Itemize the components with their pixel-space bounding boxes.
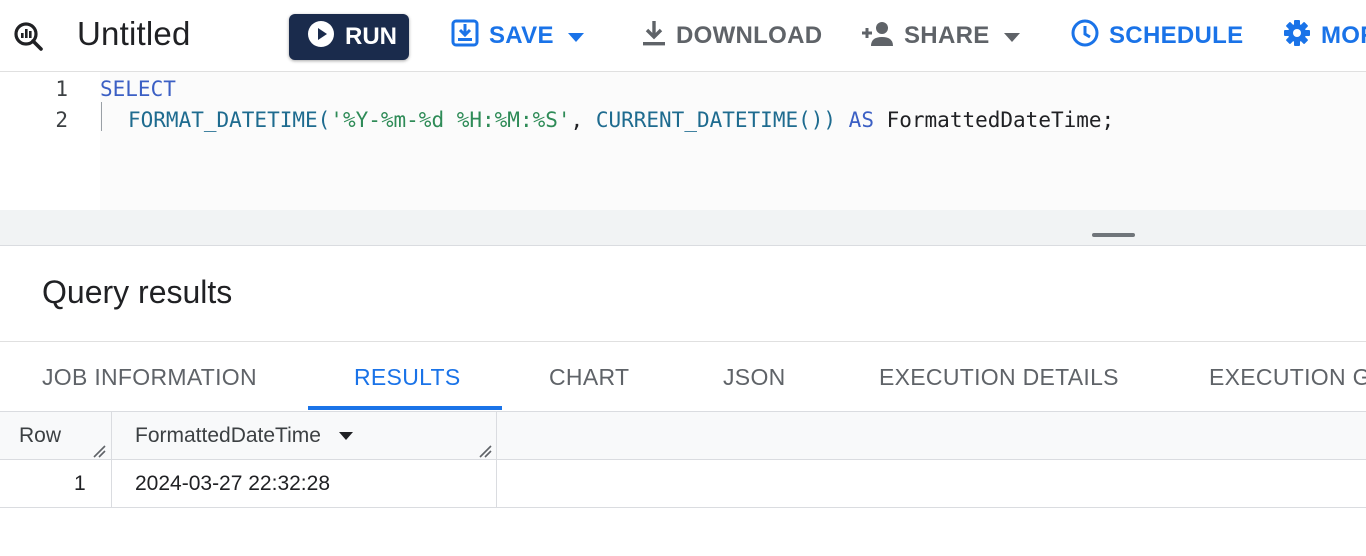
column-resize-icon[interactable] xyxy=(478,444,492,458)
query-title[interactable]: Untitled xyxy=(77,15,191,53)
active-tab-indicator xyxy=(308,406,502,410)
tab-job-information[interactable]: JOB INFORMATION xyxy=(42,342,257,412)
sql-string: '%Y-%m-%d %H:%M:%S' xyxy=(330,108,571,132)
more-button[interactable]: MOR xyxy=(1283,18,1366,54)
schedule-button-label: SCHEDULE xyxy=(1109,22,1244,49)
code-line-2[interactable]: FORMAT_DATETIME('%Y-%m-%d %H:%M:%S', CUR… xyxy=(128,108,1114,132)
chevron-down-icon xyxy=(567,22,594,50)
results-title: Query results xyxy=(42,274,233,310)
sql-keyword: AS xyxy=(836,108,887,132)
resize-drag-handle[interactable] xyxy=(1092,233,1135,237)
save-button[interactable]: SAVE xyxy=(451,18,594,54)
tab-json[interactable]: JSON xyxy=(723,342,786,412)
line-number: 2 xyxy=(55,108,68,132)
column-header-label: FormattedDateTime xyxy=(135,424,321,447)
save-button-label: SAVE xyxy=(489,22,554,49)
more-button-label: MOR xyxy=(1321,22,1366,49)
chevron-down-icon xyxy=(1003,22,1030,50)
run-button[interactable]: RUN xyxy=(289,14,409,60)
share-button-label: SHARE xyxy=(904,22,990,49)
table-header-row: Row FormattedDateTime xyxy=(0,412,1366,460)
run-button-label: RUN xyxy=(345,23,397,50)
datetime-cell: 2024-03-27 22:32:28 xyxy=(135,472,330,495)
sql-keyword: SELECT xyxy=(100,77,176,101)
query-search-icon xyxy=(12,20,44,52)
line-number: 1 xyxy=(55,77,68,101)
download-button-label: DOWNLOAD xyxy=(676,22,823,49)
row-number-cell: 1 xyxy=(74,472,86,495)
download-button[interactable]: DOWNLOAD xyxy=(642,18,822,54)
tab-chart[interactable]: CHART xyxy=(549,342,629,412)
results-tabs: JOB INFORMATION RESULTS CHART JSON EXECU… xyxy=(0,341,1366,412)
sort-caret-icon[interactable] xyxy=(338,431,353,441)
sql-function: CURRENT_DATETIME()) xyxy=(595,108,837,132)
column-header-row: Row xyxy=(19,424,62,447)
share-button[interactable]: SHARE xyxy=(862,18,1030,54)
query-toolbar: Untitled RUN SAVE DOWNLOAD SHARE SCHEDUL… xyxy=(0,0,1366,72)
save-icon xyxy=(451,19,489,54)
download-icon xyxy=(642,19,676,54)
indent-guide xyxy=(101,102,102,131)
tab-execution-graph[interactable]: EXECUTION G xyxy=(1209,342,1366,412)
editor-resize-bar xyxy=(0,210,1366,246)
code-area[interactable] xyxy=(100,72,1366,210)
results-table: Row FormattedDateTime 1 2024-03-27 22:32… xyxy=(0,412,1366,508)
clock-icon xyxy=(1071,19,1109,54)
tab-results[interactable]: RESULTS xyxy=(354,342,460,412)
table-row: 1 2024-03-27 22:32:28 xyxy=(0,460,1366,508)
schedule-button[interactable]: SCHEDULE xyxy=(1071,18,1243,54)
tab-execution-details[interactable]: EXECUTION DETAILS xyxy=(879,342,1119,412)
person-add-icon xyxy=(862,20,904,53)
column-header-formatteddatetime[interactable]: FormattedDateTime xyxy=(135,412,353,460)
gear-icon xyxy=(1283,19,1321,54)
sql-function: FORMAT_DATETIME( xyxy=(128,108,331,132)
sql-separator: , xyxy=(570,108,596,132)
column-resize-icon[interactable] xyxy=(92,444,106,458)
sql-alias: FormattedDateTime; xyxy=(886,108,1115,132)
play-circle-icon xyxy=(307,20,345,55)
code-line-1[interactable]: SELECT xyxy=(100,77,176,101)
